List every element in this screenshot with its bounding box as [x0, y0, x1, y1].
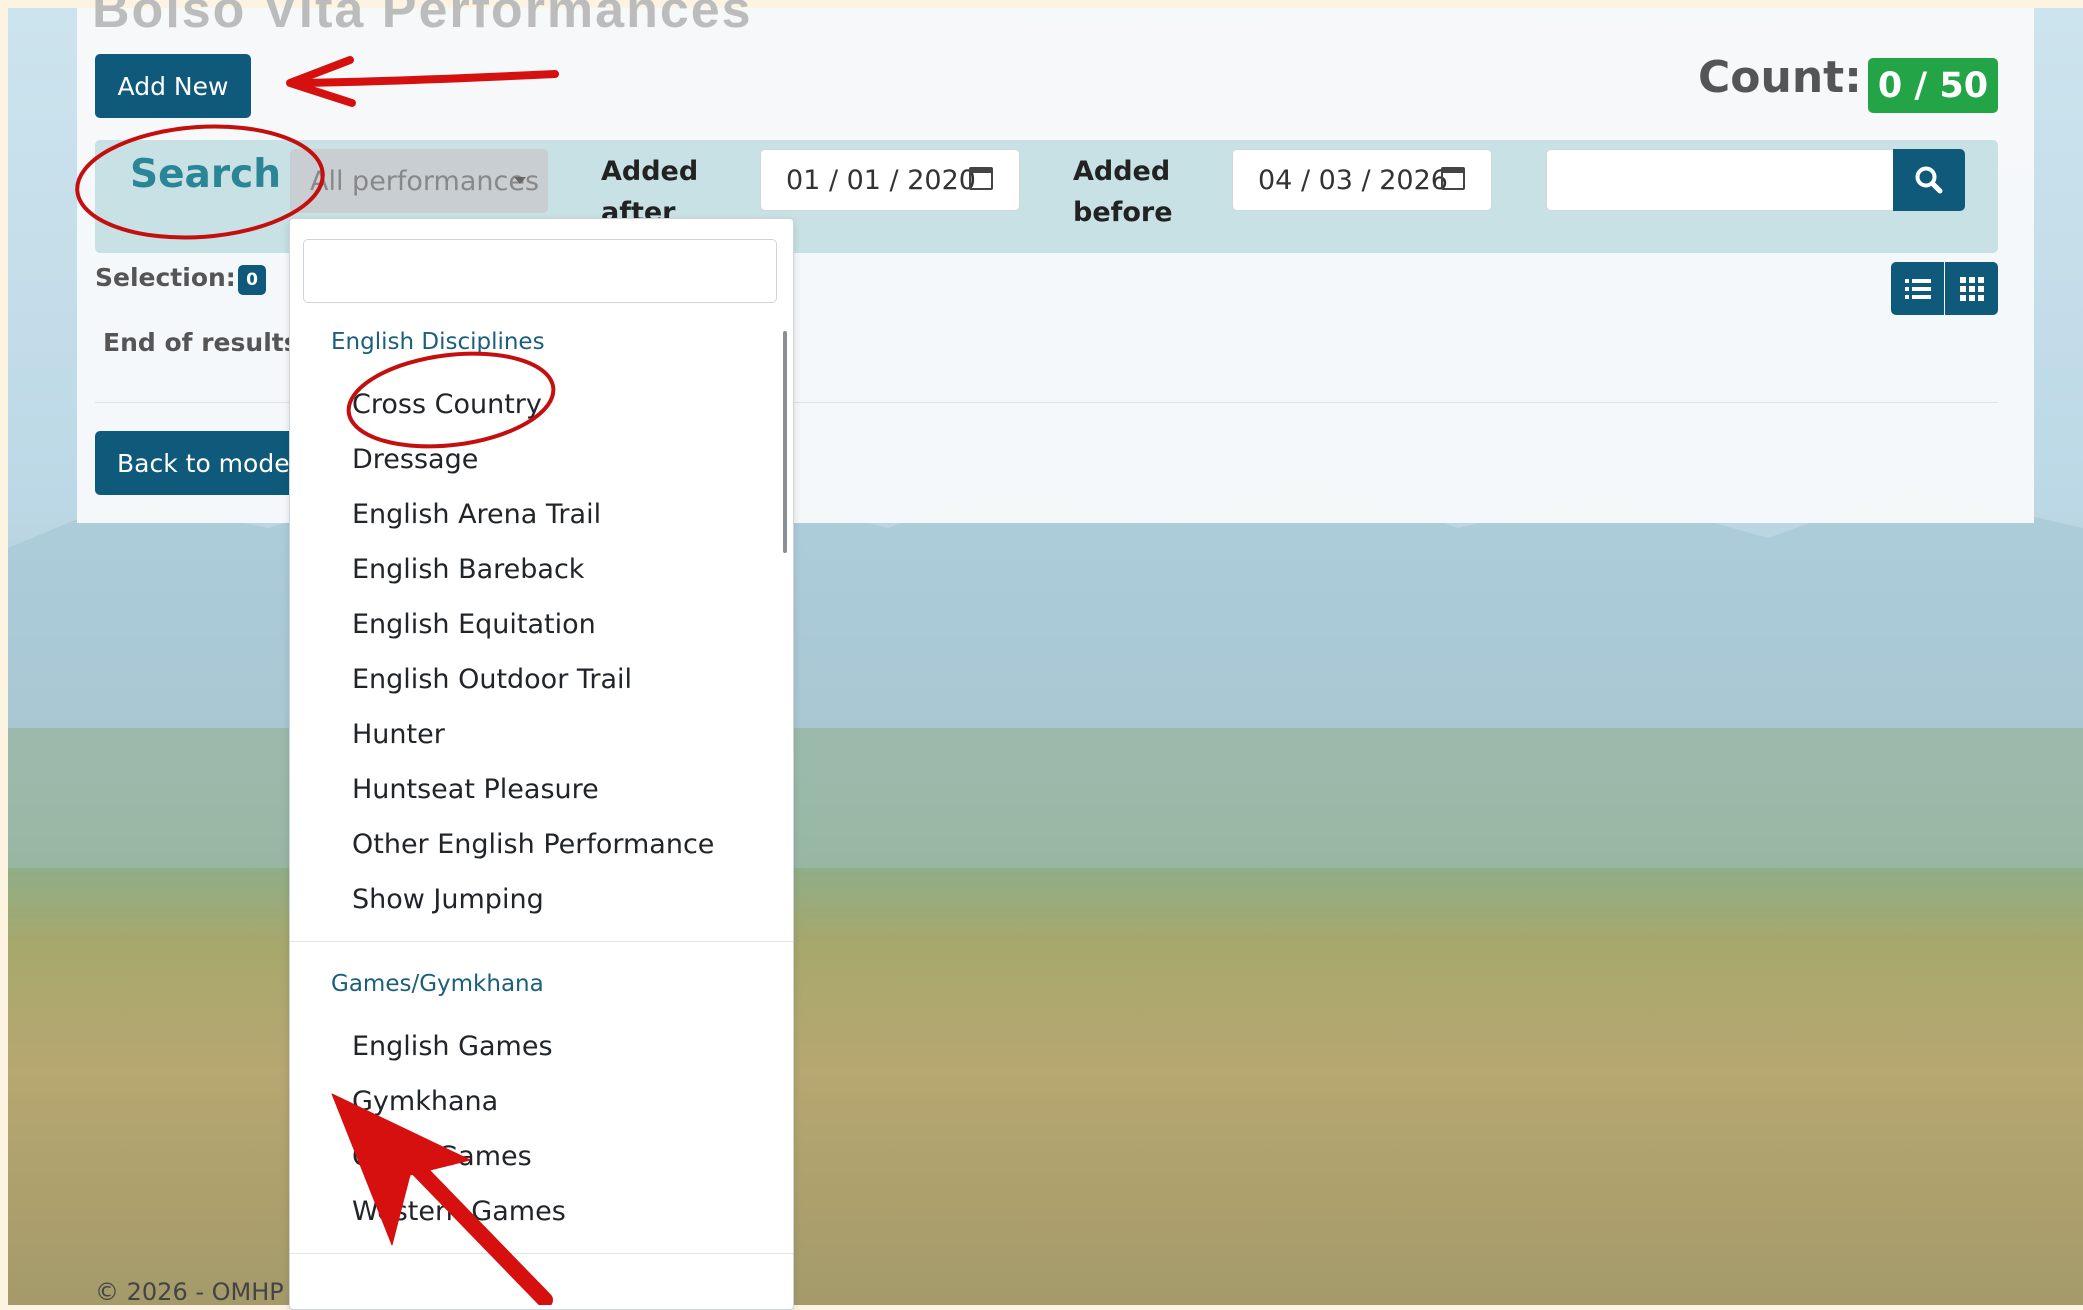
- dropdown-scrollbar[interactable]: [783, 331, 787, 553]
- selection-label: Selection:: [95, 263, 236, 292]
- option-english-games[interactable]: English Games: [352, 1031, 553, 1062]
- text-search-input[interactable]: [1546, 149, 1894, 211]
- option-huntseat-pleasure[interactable]: Huntseat Pleasure: [352, 774, 599, 805]
- grid-view-button[interactable]: [1945, 262, 1998, 315]
- option-english-bareback[interactable]: English Bareback: [352, 554, 584, 585]
- calendar-icon[interactable]: [1441, 167, 1465, 190]
- option-other-games[interactable]: Other Games: [352, 1141, 532, 1172]
- option-gymkhana[interactable]: Gymkhana: [352, 1086, 498, 1117]
- count-badge: 0 / 50: [1868, 58, 1998, 113]
- calendar-icon[interactable]: [969, 167, 993, 190]
- search-title: Search: [130, 152, 281, 197]
- dropdown-search-input[interactable]: [303, 239, 777, 303]
- list-view-button[interactable]: [1891, 262, 1944, 315]
- option-hunter[interactable]: Hunter: [352, 719, 445, 750]
- caret-down-icon: [514, 177, 526, 184]
- dropdown-group-divider: [290, 1253, 793, 1254]
- add-new-button[interactable]: Add New: [95, 54, 251, 118]
- selection-count-badge: 0: [238, 265, 266, 295]
- filter-selected-value: All performances: [310, 165, 540, 197]
- performance-filter-select[interactable]: All performances: [290, 149, 548, 213]
- grid-view-icon: [1959, 276, 1984, 301]
- added-before-date-input[interactable]: 04 / 03 / 2026: [1232, 149, 1492, 211]
- page-title: Bolso Vita Performances: [92, 0, 753, 39]
- dropdown-group-divider: [290, 941, 793, 942]
- search-icon: [1915, 166, 1943, 194]
- option-other-english-performance[interactable]: Other English Performance: [352, 829, 714, 860]
- list-view-icon: [1904, 278, 1931, 299]
- option-show-jumping[interactable]: Show Jumping: [352, 884, 544, 915]
- group-header-english: English Disciplines: [331, 329, 545, 355]
- option-western-games[interactable]: Western Games: [352, 1196, 566, 1227]
- end-of-results-text: End of results: [103, 328, 299, 357]
- performance-dropdown-menu: English Disciplines Cross Country Dressa…: [289, 218, 794, 1310]
- count-label: Count:: [1698, 52, 1862, 103]
- added-after-date-input[interactable]: 01 / 01 / 2020: [760, 149, 1020, 211]
- option-english-equitation[interactable]: English Equitation: [352, 609, 596, 640]
- search-button[interactable]: [1893, 149, 1965, 211]
- option-cross-country[interactable]: Cross Country: [352, 389, 542, 420]
- option-english-arena-trail[interactable]: English Arena Trail: [352, 499, 601, 530]
- option-english-outdoor-trail[interactable]: English Outdoor Trail: [352, 664, 632, 695]
- added-before-label: Added before: [1073, 156, 1173, 228]
- option-dressage[interactable]: Dressage: [352, 444, 478, 475]
- footer-copyright: © 2026 - OMHP: [95, 1278, 284, 1306]
- group-header-games: Games/Gymkhana: [331, 971, 544, 997]
